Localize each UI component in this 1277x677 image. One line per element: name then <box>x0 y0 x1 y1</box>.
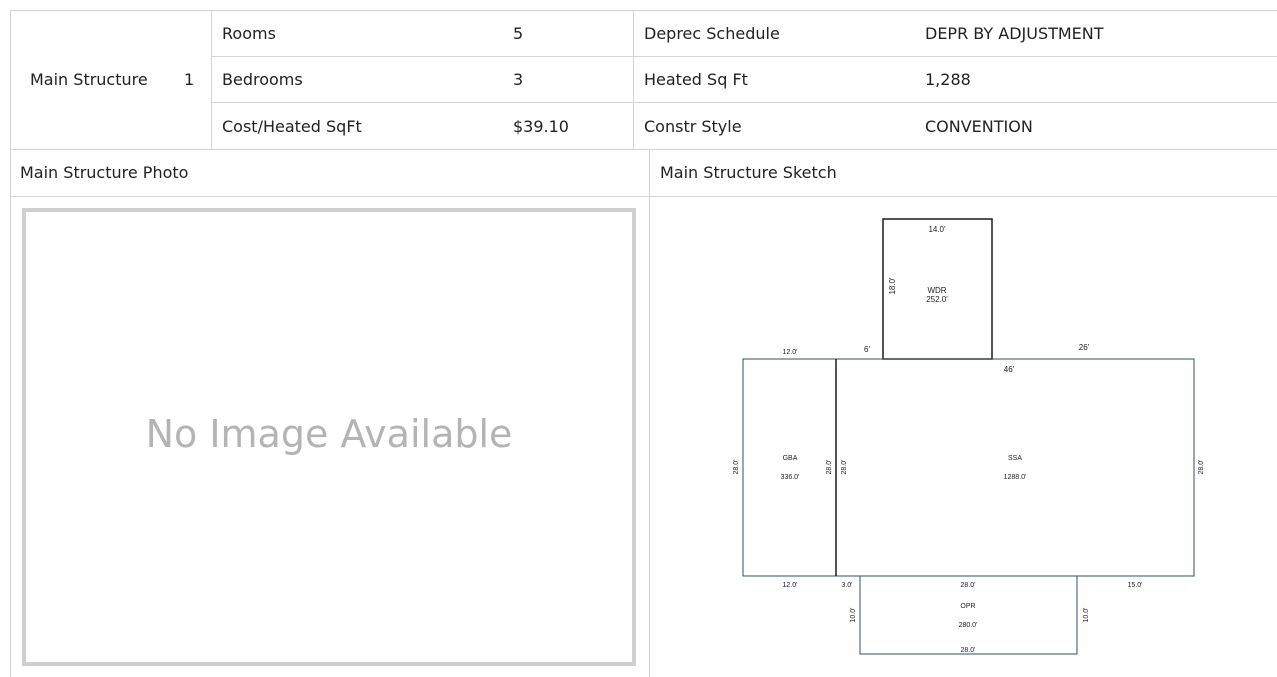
heated-sqft-label: Heated Sq Ft <box>644 70 748 89</box>
heated-sqft-value: 1,288 <box>925 70 971 89</box>
wdr-side-dim: 18.0' <box>888 277 897 295</box>
rooms-value: 5 <box>513 24 524 43</box>
gba-right-dim: 28.0' <box>826 460 833 475</box>
deprec-schedule-label: Deprec Schedule <box>644 24 780 43</box>
table-left-border <box>10 10 11 677</box>
opr-top-dim: 28.0' <box>961 582 976 589</box>
ssa-name: SSA <box>1008 455 1022 462</box>
no-image-text: No Image Available <box>145 412 513 456</box>
deprec-schedule-value: DEPR BY ADJUSTMENT <box>925 24 1104 43</box>
wdr-area: 252.0' <box>926 295 948 304</box>
row-divider-2 <box>211 102 1277 103</box>
opr-left-dim: 10.0' <box>850 608 857 623</box>
gba-left-dim: 28.0' <box>733 460 740 475</box>
gba-area: 336.0' <box>781 474 800 481</box>
bedrooms-value: 3 <box>513 70 524 89</box>
six-foot-dim: 6' <box>864 345 870 354</box>
opr-name: OPR <box>960 603 975 610</box>
ssa-area: 1288.0' <box>1004 474 1027 481</box>
row-divider-1 <box>211 56 1277 57</box>
fifteen-foot-dim: 15.0' <box>1128 582 1143 589</box>
section-header-divider <box>10 196 1277 197</box>
gba-top-dim: 12.0' <box>783 349 798 356</box>
gba-name: GBA <box>783 455 798 462</box>
twentysix-foot-dim: 26' <box>1079 343 1090 352</box>
sketch-header: Main Structure Sketch <box>660 163 837 182</box>
cost-per-sqft-value: $39.10 <box>513 117 569 136</box>
fortysix-foot-dim: 46' <box>1004 365 1015 374</box>
col-divider-1 <box>211 10 212 149</box>
gba-area-box <box>742 358 837 577</box>
photo-sketch-divider <box>649 149 650 677</box>
opr-bottom-dim: 28.0' <box>961 647 976 654</box>
structure-number: 1 <box>184 70 195 89</box>
opr-area: 280.0' <box>959 622 978 629</box>
table-top-border <box>10 10 1277 11</box>
gba-bottom-dim: 12.0' <box>783 582 798 589</box>
ssa-right-dim: 28.0' <box>1198 460 1205 475</box>
structure-sketch: 14.0' 18.0' WDR 252.0' 12.0' 6' 26' 46' … <box>733 218 1205 655</box>
photo-frame: No Image Available <box>22 208 636 666</box>
col-divider-2 <box>633 10 634 149</box>
bedrooms-label: Bedrooms <box>222 70 303 89</box>
wdr-top-dim: 14.0' <box>928 225 946 234</box>
structure-label: Main Structure <box>30 70 148 89</box>
rooms-label: Rooms <box>222 24 276 43</box>
photo-header: Main Structure Photo <box>20 163 189 182</box>
ssa-left-dim: 28.0' <box>841 460 848 475</box>
details-bottom-border <box>10 149 1277 150</box>
opr-right-dim: 10.0' <box>1083 608 1090 623</box>
constr-style-value: CONVENTION <box>925 117 1033 136</box>
ssa-area-box <box>835 358 1195 577</box>
constr-style-label: Constr Style <box>644 117 742 136</box>
wdr-name: WDR <box>927 286 946 295</box>
three-foot-dim: 3.0' <box>841 582 852 589</box>
cost-per-sqft-label: Cost/Heated SqFt <box>222 117 362 136</box>
